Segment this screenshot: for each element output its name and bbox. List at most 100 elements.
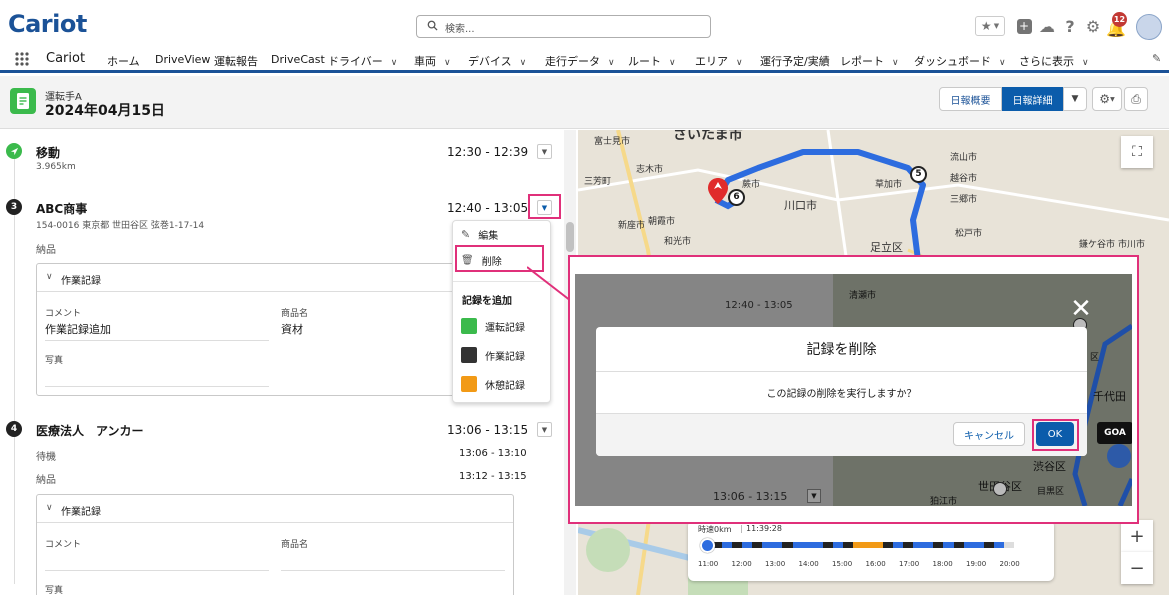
left-scrollbar-thumb[interactable] — [566, 222, 574, 252]
map-place-label: 新座市 — [618, 221, 646, 231]
stop-marker-6[interactable]: 6 — [728, 189, 745, 206]
map-place-label: 越谷市 — [950, 174, 978, 184]
bg-map-label: 狛江市 — [930, 497, 958, 506]
help-icon[interactable]: ? — [1060, 14, 1080, 38]
abc-panel-header[interactable]: ∨ 作業記録 — [37, 264, 513, 292]
abc-panel-title: 作業記録 — [61, 276, 101, 287]
app-launcher-icon[interactable] — [14, 51, 30, 67]
move-distance: 3.965km — [36, 162, 76, 172]
bg-map-label: 清瀬市 — [849, 291, 877, 301]
user-avatar[interactable] — [1136, 14, 1162, 40]
map-place-label: 市川市 — [1118, 240, 1146, 250]
start-location-pin-icon[interactable] — [708, 178, 728, 204]
clock-readout: 11:39:28 — [746, 524, 782, 533]
chevron-down-icon[interactable]: ∨ — [999, 58, 1006, 68]
modal-message: この記録の削除を実行しますか？ — [766, 389, 917, 400]
menu-edit[interactable]: ✎ 編集 — [461, 227, 498, 242]
map-place-label: 朝霞市 — [648, 217, 676, 227]
collapse-chevron-icon: ∨ — [46, 503, 53, 513]
print-icon[interactable]: ⎙ — [1124, 87, 1148, 111]
cariot-logo[interactable]: Cariot — [8, 10, 87, 38]
more-actions-chevron-icon[interactable]: ▼ — [1063, 87, 1087, 111]
playback-timeline[interactable]: 時速0km | 11:39:28 11:00 12:00 13:00 14:00 15:… — [688, 520, 1054, 581]
nav-item[interactable]: 走行データ ∨ — [545, 53, 615, 69]
chevron-down-icon[interactable]: ∨ — [892, 58, 899, 68]
timeline-tick-label: 20:00 — [999, 560, 1020, 568]
trailhead-icon[interactable]: ☁ — [1037, 14, 1057, 38]
iryo-panel-header[interactable]: ∨ 作業記録 — [37, 495, 513, 523]
nav-item-label: ルート — [628, 55, 661, 68]
nav-item-label: エリア — [695, 55, 728, 68]
nav-item[interactable]: 運行予定/実績 — [760, 53, 830, 69]
nav-item[interactable]: レポート ∨ — [840, 53, 899, 69]
nav-item[interactable]: エリア ∨ — [695, 53, 743, 69]
nav-item[interactable]: 運転報告 — [214, 53, 258, 69]
nav-item[interactable]: ダッシュボード ∨ — [914, 53, 1006, 69]
bg-time-2: 13:06 - 13:15 — [713, 490, 788, 503]
global-actions-plus-icon[interactable]: + — [1014, 14, 1034, 38]
map-place-label: さいたま市 — [673, 130, 743, 143]
chevron-down-icon[interactable]: ∨ — [669, 58, 676, 68]
daily-detail-button[interactable]: 日報詳細 — [1002, 87, 1063, 111]
bg-dropdown-icon: ▼ — [807, 489, 821, 503]
iryo-dropdown-button[interactable]: ▼ — [537, 422, 552, 437]
timeline-segment — [732, 542, 743, 548]
nav-item[interactable]: ドライバー ∨ — [328, 53, 397, 69]
timeline-bar[interactable] — [712, 542, 1014, 548]
ok-highlight-box — [1032, 419, 1079, 451]
timeline-tick-label: 11:00 — [698, 560, 719, 568]
stop-marker-5[interactable]: 5 — [910, 166, 927, 183]
edit-nav-pencil-icon[interactable]: ✎ — [1152, 52, 1161, 65]
abc-comment-label: コメント — [45, 309, 82, 319]
setup-gear-icon[interactable]: ⚙ — [1083, 14, 1103, 38]
chevron-down-icon[interactable]: ∨ — [1082, 58, 1089, 68]
abc-product-label: 商品名 — [281, 309, 309, 319]
abc-task: 納品 — [36, 245, 56, 256]
iryo-task1: 待機 — [36, 452, 56, 463]
move-dropdown-button[interactable]: ▼ — [537, 144, 552, 159]
bg-map-label: 目黒区 — [1037, 487, 1065, 497]
timeline-tick-label: 18:00 — [932, 560, 953, 568]
chevron-down-icon[interactable]: ∨ — [444, 58, 451, 68]
chevron-down-icon[interactable]: ∨ — [608, 58, 615, 68]
chevron-down-icon[interactable]: ∨ — [391, 58, 398, 68]
modal-title: 記録を削除 — [806, 342, 877, 358]
drive-record-icon — [461, 318, 477, 334]
menu-add-rest[interactable]: 休憩記録 — [461, 376, 525, 392]
global-search-input[interactable]: 検索... — [416, 15, 711, 38]
menu-add-work[interactable]: 作業記録 — [461, 347, 525, 363]
nav-item[interactable]: 車両 ∨ — [414, 53, 451, 69]
settings-gear-icon[interactable]: ⚙ ▼ — [1092, 87, 1122, 111]
favorites-star-icon[interactable]: ★ ▼ — [975, 16, 1005, 36]
cancel-button[interactable]: キャンセル — [953, 422, 1025, 446]
zoom-out-button[interactable]: − — [1121, 552, 1153, 584]
nav-item[interactable]: デバイス ∨ — [468, 53, 526, 69]
iryo-product-label: 商品名 — [281, 540, 309, 550]
nav-item[interactable]: DriveView — [155, 53, 210, 66]
menu-add-drive[interactable]: 運転記録 — [461, 318, 525, 334]
nav-item[interactable]: ルート ∨ — [628, 53, 676, 69]
chevron-down-icon[interactable]: ∨ — [520, 58, 527, 68]
iryo-task1-time: 13:06 - 13:10 — [459, 448, 527, 459]
move-title: 移動 — [36, 146, 61, 160]
timeline-segment — [762, 542, 773, 548]
close-dialog-icon[interactable]: ✕ — [1068, 296, 1094, 323]
map-place-label: 蕨市 — [742, 180, 761, 190]
bg-map-label: 区 — [1090, 353, 1100, 363]
bg-map-label: 渋谷区 — [1033, 460, 1066, 473]
iryo-title: 医療法人 アンカー — [36, 424, 144, 438]
menu-edit-label: 編集 — [478, 231, 499, 242]
timeline-tick-label: 16:00 — [865, 560, 886, 568]
chevron-down-icon[interactable]: ∨ — [736, 58, 743, 68]
nav-item[interactable]: ホーム — [107, 53, 140, 69]
nav-item[interactable]: DriveCast — [271, 53, 325, 66]
zoom-in-button[interactable]: + — [1121, 520, 1153, 552]
fullscreen-icon[interactable]: ⛶ — [1121, 136, 1153, 168]
daily-overview-button[interactable]: 日報概要 — [939, 87, 1002, 111]
timeline-slider-handle[interactable] — [700, 538, 715, 553]
search-icon — [427, 20, 438, 31]
nav-item[interactable]: さらに表示 ∨ — [1019, 53, 1089, 69]
timeline-tick-label: 15:00 — [832, 560, 853, 568]
abc-comment-underline — [45, 340, 269, 341]
timeline-segment — [772, 542, 783, 548]
